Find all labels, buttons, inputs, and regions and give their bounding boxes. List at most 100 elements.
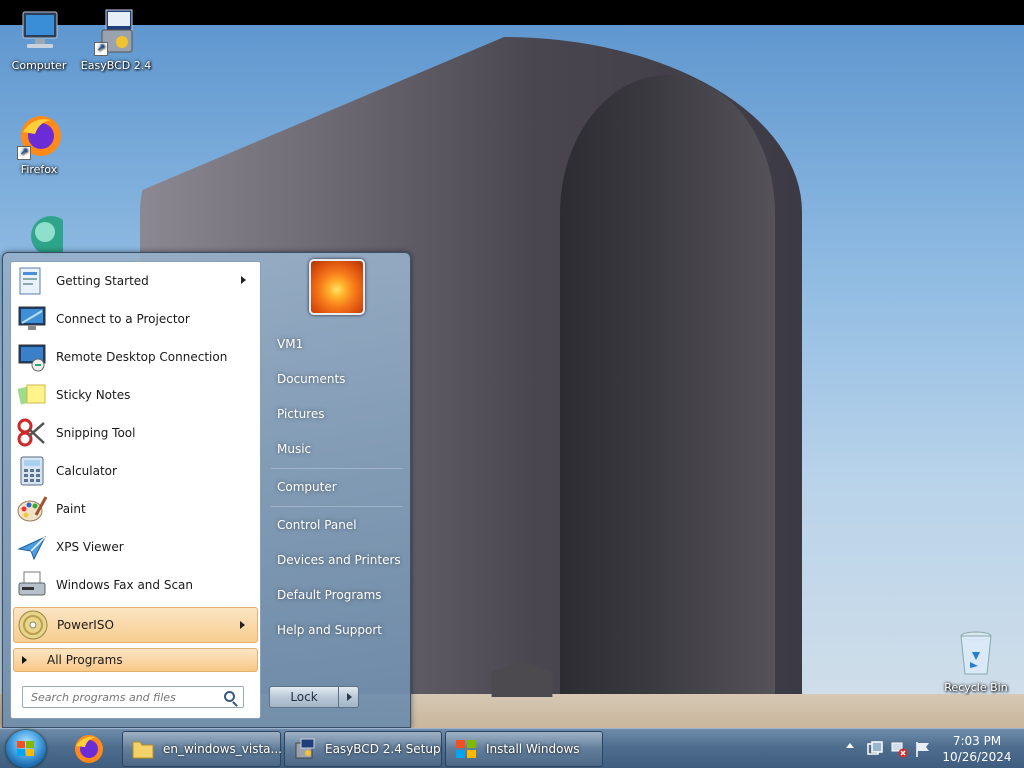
program-xps-viewer[interactable]: XPS Viewer	[13, 529, 258, 565]
desktop-icon-firefox[interactable]: ↗ Firefox	[3, 112, 75, 176]
desktop-icon-label: Computer	[11, 59, 67, 72]
program-label: PowerISO	[57, 618, 114, 632]
start-menu-separator	[271, 506, 403, 507]
all-programs-button[interactable]: All Programs	[13, 648, 258, 672]
all-programs-arrow-icon	[22, 656, 27, 664]
program-getting-started[interactable]: Getting Started	[13, 263, 258, 299]
taskbar-button-folder[interactable]: en_windows_vista...	[122, 731, 282, 767]
program-label: Paint	[56, 502, 86, 516]
wallpaper-arch-opening	[560, 75, 775, 705]
submenu-arrow-icon	[240, 621, 245, 629]
poweriso-icon	[17, 609, 49, 641]
taskbar-button-easybcd-setup[interactable]: EasyBCD 2.4 Setup	[284, 731, 442, 767]
start-link-label: Documents	[277, 372, 346, 386]
clock[interactable]: 7:03 PM 10/26/2024	[940, 733, 1014, 765]
folder-icon	[131, 737, 155, 761]
program-label: XPS Viewer	[56, 540, 124, 554]
paint-icon	[16, 493, 48, 525]
firefox-icon	[75, 735, 103, 763]
shortcut-arrow-icon: ↗	[17, 146, 31, 160]
start-link-label: Computer	[277, 480, 337, 494]
desktop-icon-easybcd[interactable]: ↗ EasyBCD 2.4	[80, 8, 152, 72]
easybcd-setup-icon	[293, 737, 317, 761]
start-link-documents[interactable]: Documents	[269, 365, 403, 393]
program-connect-projector[interactable]: Connect to a Projector	[13, 301, 258, 337]
taskbar-button-install-windows[interactable]: Install Windows	[445, 731, 603, 767]
start-link-label: Help and Support	[277, 623, 382, 637]
program-calculator[interactable]: Calculator	[13, 453, 258, 489]
program-fax-scan[interactable]: Windows Fax and Scan	[13, 567, 258, 603]
desktop-icon-label: Firefox	[20, 163, 58, 176]
start-menu: Getting Started Connect to a Projector R…	[2, 252, 411, 728]
start-link-devices-printers[interactable]: Devices and Printers	[269, 546, 403, 574]
flag-icon[interactable]	[914, 740, 932, 758]
windows-logo-icon	[17, 741, 35, 757]
start-link-control-panel[interactable]: Control Panel	[269, 511, 403, 539]
desktop-icon-label: EasyBCD 2.4	[80, 59, 152, 72]
start-link-label: Default Programs	[277, 588, 382, 602]
start-link-help-support[interactable]: Help and Support	[269, 616, 403, 644]
program-label: Remote Desktop Connection	[56, 350, 228, 364]
projector-icon	[16, 303, 48, 335]
start-link-vm1[interactable]: VM1	[269, 330, 403, 358]
system-tray: 7:03 PM 10/26/2024	[840, 729, 1024, 768]
clock-date: 10/26/2024	[942, 750, 1012, 764]
clock-time: 7:03 PM	[952, 734, 1002, 748]
fax-scan-icon	[16, 569, 48, 601]
program-sticky-notes[interactable]: Sticky Notes	[13, 377, 258, 413]
submenu-arrow-icon	[241, 276, 246, 284]
start-menu-programs-pane: Getting Started Connect to a Projector R…	[10, 261, 261, 719]
program-label: Snipping Tool	[56, 426, 136, 440]
easybcd-icon: ↗	[92, 8, 140, 56]
show-hidden-icons-icon[interactable]	[846, 743, 854, 748]
start-link-label: Control Panel	[277, 518, 357, 532]
calculator-icon	[16, 455, 48, 487]
program-snipping-tool[interactable]: Snipping Tool	[13, 415, 258, 451]
recycle-bin-icon	[952, 630, 1000, 678]
search-input[interactable]	[31, 690, 211, 704]
desktop-icon-label: Recycle Bin	[944, 681, 1008, 694]
taskbar-pinned-firefox[interactable]	[66, 732, 112, 766]
taskbar: en_windows_vista... EasyBCD 2.4 Setup In…	[0, 728, 1024, 768]
start-link-label: Devices and Printers	[277, 553, 401, 567]
start-menu-separator	[271, 468, 403, 469]
computer-icon	[15, 8, 63, 56]
shortcut-arrow-icon: ↗	[94, 42, 108, 56]
start-link-label: VM1	[277, 337, 304, 351]
desktop-icon-computer[interactable]: Computer	[3, 8, 75, 72]
sticky-notes-icon	[16, 379, 48, 411]
remote-desktop-icon	[16, 341, 48, 373]
snipping-tool-icon	[16, 417, 48, 449]
firefox-icon: ↗	[15, 112, 63, 160]
start-link-pictures[interactable]: Pictures	[269, 400, 403, 428]
action-center-icon[interactable]	[866, 740, 884, 758]
program-label: Windows Fax and Scan	[56, 578, 194, 592]
taskbar-button-label: Install Windows	[486, 742, 580, 756]
start-button[interactable]	[6, 730, 46, 768]
start-link-label: Pictures	[277, 407, 325, 421]
start-link-computer[interactable]: Computer	[269, 473, 403, 501]
program-paint[interactable]: Paint	[13, 491, 258, 527]
windows-setup-icon	[454, 737, 478, 761]
search-icon[interactable]	[224, 691, 235, 702]
start-link-music[interactable]: Music	[269, 435, 403, 463]
all-programs-label: All Programs	[47, 653, 123, 667]
lock-button[interactable]: Lock	[269, 686, 339, 708]
program-poweriso[interactable]: PowerISO	[13, 607, 258, 643]
program-label: Connect to a Projector	[56, 312, 190, 326]
start-link-label: Music	[277, 442, 312, 456]
xps-viewer-icon	[16, 531, 48, 563]
network-disconnected-icon[interactable]	[890, 740, 908, 758]
program-label: Sticky Notes	[56, 388, 131, 402]
program-remote-desktop[interactable]: Remote Desktop Connection	[13, 339, 258, 375]
program-label: Getting Started	[56, 274, 149, 288]
shutdown-options-arrow-icon[interactable]	[338, 686, 359, 708]
start-link-default-programs[interactable]: Default Programs	[269, 581, 403, 609]
getting-started-icon	[16, 265, 48, 297]
taskbar-button-label: en_windows_vista...	[163, 742, 282, 756]
search-box[interactable]	[22, 686, 244, 708]
taskbar-button-label: EasyBCD 2.4 Setup	[325, 742, 441, 756]
program-label: Calculator	[56, 464, 117, 478]
user-picture[interactable]	[309, 259, 365, 315]
desktop-icon-recycle-bin[interactable]: Recycle Bin	[940, 630, 1012, 694]
